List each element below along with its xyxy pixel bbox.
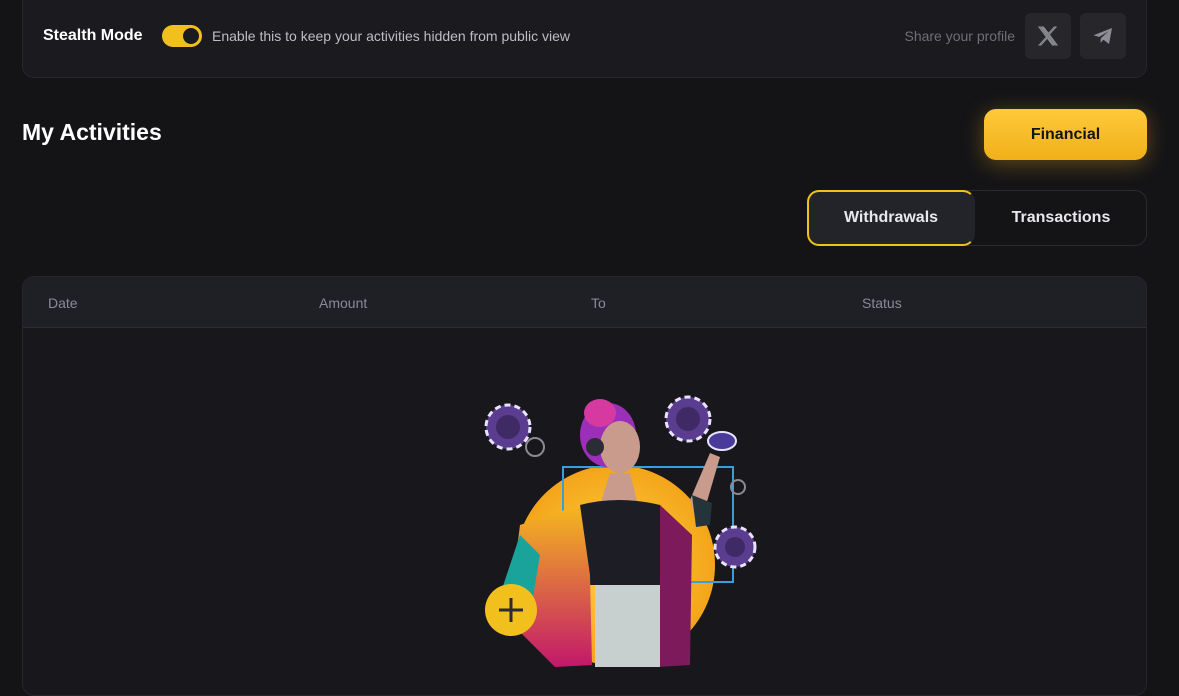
share-x-button[interactable] [1025, 13, 1071, 59]
x-icon [1037, 26, 1059, 46]
activities-table: Date Amount To Status [22, 276, 1147, 696]
share-telegram-button[interactable] [1080, 13, 1126, 59]
stealth-mode-title: Stealth Mode [43, 27, 143, 44]
activity-tabs: Withdrawals Transactions [807, 190, 1147, 246]
stealth-mode-description: Enable this to keep your activities hidd… [212, 28, 570, 44]
page-title: My Activities [22, 119, 162, 145]
toggle-knob [183, 28, 199, 44]
table-header: Date Amount To Status [23, 277, 1146, 328]
financial-button[interactable]: Financial [984, 109, 1147, 160]
stealth-mode-toggle[interactable] [162, 25, 202, 47]
tab-withdrawals[interactable]: Withdrawals [807, 190, 975, 246]
column-header-status: Status [862, 295, 902, 311]
stealth-mode-card: Stealth Mode Enable this to keep your ac… [22, 0, 1147, 78]
column-header-to: To [591, 295, 606, 311]
column-header-amount: Amount [319, 295, 368, 311]
column-header-date: Date [48, 295, 78, 311]
share-profile-label: Share your profile [904, 28, 1015, 44]
telegram-icon [1093, 28, 1112, 44]
tab-transactions[interactable]: Transactions [975, 190, 1147, 246]
empty-state-illustration [484, 395, 757, 667]
